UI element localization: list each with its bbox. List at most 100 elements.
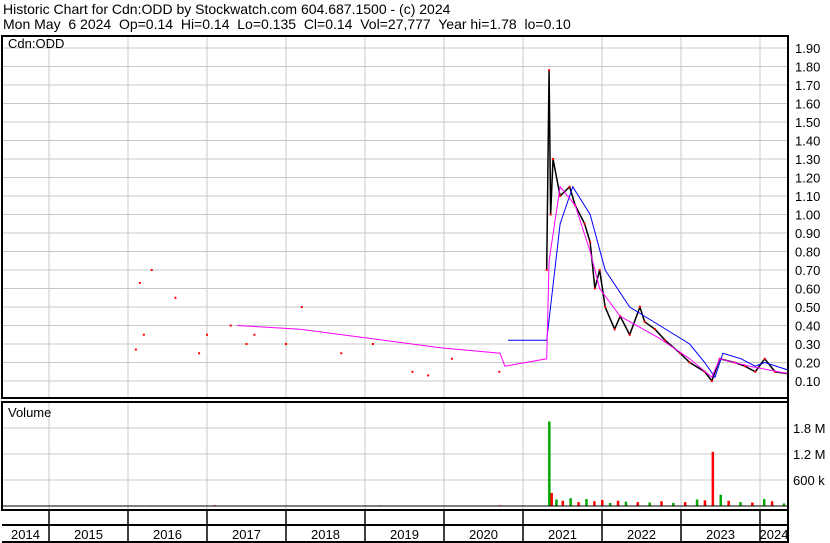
volume-bar <box>569 498 572 506</box>
trade-dot <box>340 352 343 355</box>
trade-dot <box>253 333 256 336</box>
trade-dot <box>138 281 141 284</box>
trade-dot <box>245 343 248 345</box>
price-point <box>664 339 667 342</box>
price-tick-label: 1.20 <box>795 171 820 186</box>
volume-bar <box>616 500 620 506</box>
trade-dot <box>427 374 430 377</box>
volume-bar <box>585 499 588 506</box>
price-tick-label: 1.60 <box>795 97 820 112</box>
price-tick-label: 1.90 <box>795 41 820 56</box>
volume-bar <box>555 499 558 506</box>
price-point <box>613 328 616 331</box>
volume-label: Volume <box>8 405 51 420</box>
price-tick-label: 0.60 <box>795 282 820 297</box>
trade-dot <box>371 343 374 345</box>
price-point <box>638 306 641 308</box>
trade-dot <box>498 370 501 373</box>
price-tick-label: 1.40 <box>795 134 820 149</box>
symbol-label: Cdn:ODD <box>8 36 64 51</box>
trade-dot <box>411 370 414 373</box>
volume-bar <box>683 502 687 506</box>
volume-bar <box>719 494 722 506</box>
chart-canvas: Cdn:ODD Volume 2014 2015 2016 2017 2018 2019 2… <box>1 35 826 543</box>
volume-bar <box>593 501 596 506</box>
price-point <box>598 269 601 271</box>
price-tick-label: 0.30 <box>795 337 820 352</box>
year-tick-label: 2024 <box>760 527 789 542</box>
volume-bar <box>550 493 553 506</box>
price-tick-label: 1.50 <box>795 115 820 130</box>
price-point <box>589 241 592 244</box>
trade-dot <box>150 269 153 271</box>
price-point <box>548 69 551 72</box>
year-tick-label: 2019 <box>390 527 419 542</box>
volume-bar <box>695 499 699 506</box>
volume-bar <box>624 501 628 506</box>
price-point <box>559 195 562 197</box>
price-tick-label: 0.10 <box>795 374 820 389</box>
price-point <box>593 287 596 290</box>
volume-bar <box>739 502 742 506</box>
volume-bar <box>703 500 707 506</box>
price-point <box>688 361 691 364</box>
trade-dot <box>134 348 137 351</box>
price-tick-label: 1.00 <box>795 208 820 223</box>
volume-panel-frame <box>1 401 789 511</box>
volume-bar <box>601 499 604 506</box>
trade-dot <box>206 333 208 336</box>
price-tick-label: 0.50 <box>795 300 820 315</box>
year-tick-label: 2023 <box>706 527 735 542</box>
volume-bar <box>561 500 564 506</box>
price-line <box>545 70 788 383</box>
year-tick-label: 2018 <box>311 527 340 542</box>
trade-dot <box>450 357 453 360</box>
volume-bar <box>548 421 551 506</box>
price-point <box>545 269 548 271</box>
price-point <box>628 333 631 336</box>
price-point <box>552 158 555 160</box>
year-tick-label: 2016 <box>153 527 182 542</box>
price-tick-label: 0.20 <box>795 356 820 371</box>
price-tick-label: 0.40 <box>795 319 820 334</box>
volume-bar <box>762 499 766 506</box>
volume-tick-label: 1.8 M <box>793 421 826 436</box>
volume-bar <box>648 502 651 506</box>
price-tick-label: 1.80 <box>795 60 820 75</box>
price-point <box>583 222 586 225</box>
price-point <box>653 328 656 331</box>
trade-dot <box>300 306 303 308</box>
year-tick-label: 2021 <box>548 527 577 542</box>
volume-tick-label: 600 k <box>793 473 825 488</box>
volume-tick-label: 1.2 M <box>793 447 826 462</box>
year-tick-label: 2022 <box>627 527 656 542</box>
volume-bar <box>751 502 754 506</box>
year-tick-label: 2014 <box>11 527 40 542</box>
trade-dot <box>142 333 145 336</box>
price-tick-label: 1.70 <box>795 78 820 93</box>
trade-dot <box>174 296 177 299</box>
volume-bar <box>660 501 663 506</box>
volume-bar <box>727 500 730 506</box>
trade-dot <box>285 343 287 345</box>
price-tick-label: 0.80 <box>795 245 820 260</box>
price-tick-label: 1.10 <box>795 189 820 204</box>
price-tick-label: 0.90 <box>795 226 820 241</box>
volume-bar <box>636 502 640 506</box>
price-point <box>710 380 713 382</box>
price-point <box>763 357 766 360</box>
price-point <box>754 370 757 373</box>
year-tick-label: 2020 <box>469 527 498 542</box>
price-point <box>604 306 607 308</box>
volume-bar <box>770 501 774 506</box>
price-tick-label: 0.70 <box>795 263 820 278</box>
price-tick-label: 1.30 <box>795 152 820 167</box>
year-tick-label: 2017 <box>232 527 261 542</box>
volume-bar <box>577 502 580 506</box>
stock-chart: Historic Chart for Cdn:ODD by Stockwatch… <box>0 0 830 543</box>
price-point <box>643 320 646 323</box>
price-point <box>568 185 571 188</box>
volume-bar <box>711 451 715 506</box>
trade-dot <box>198 352 201 355</box>
trade-dot <box>229 324 232 327</box>
